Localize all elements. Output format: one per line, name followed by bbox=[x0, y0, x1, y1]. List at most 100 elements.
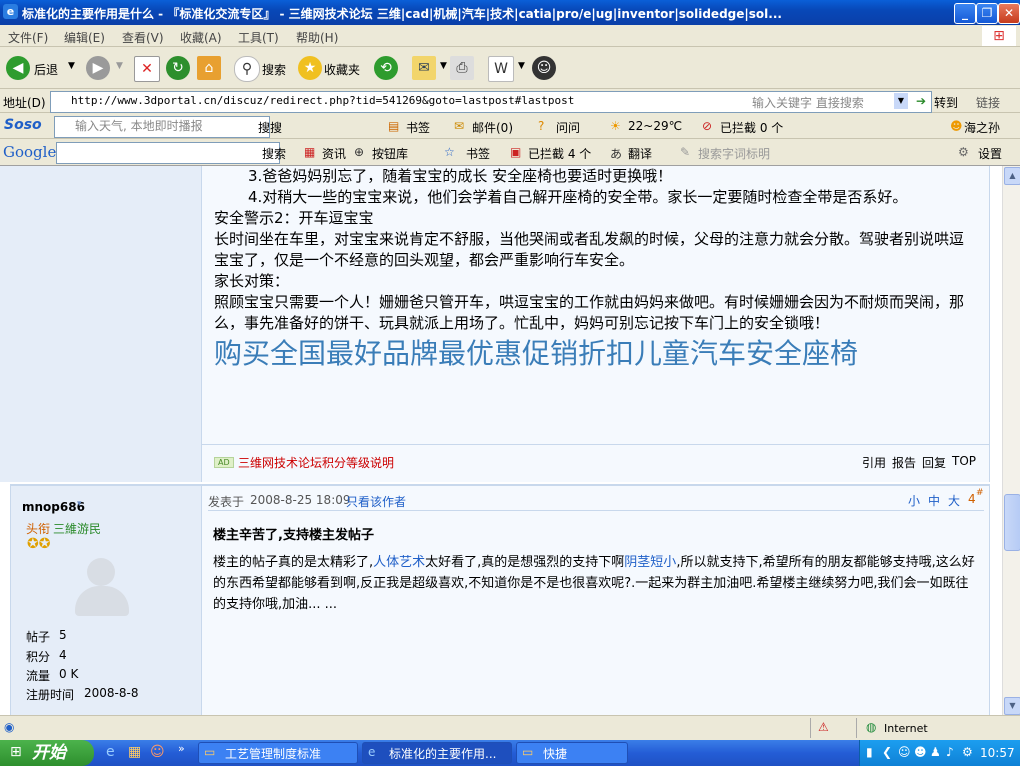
soso-bookmarks-button[interactable]: 书签 bbox=[406, 119, 430, 136]
stat-value: 4 bbox=[59, 648, 67, 662]
font-medium-button[interactable]: 中 bbox=[928, 492, 940, 509]
top-button[interactable]: TOP bbox=[952, 454, 976, 468]
mail-dropdown-icon[interactable]: ▼ bbox=[440, 61, 447, 71]
browser-icon: e bbox=[368, 745, 376, 759]
word-icon[interactable]: W bbox=[488, 56, 514, 82]
go-arrow-icon[interactable]: ➔ bbox=[916, 94, 926, 108]
tray-network-icon[interactable]: ▮ bbox=[866, 745, 873, 759]
soso-user[interactable]: 海之孙 bbox=[964, 119, 1000, 136]
author-name[interactable]: mnop686 bbox=[22, 500, 85, 514]
google-translate-button[interactable]: 翻译 bbox=[628, 145, 652, 162]
menu-file[interactable]: 文件(F) bbox=[8, 29, 48, 46]
google-logo[interactable]: Google bbox=[3, 143, 56, 161]
keyword-search-hint[interactable]: 输入关键字 直接搜索 bbox=[752, 94, 864, 111]
close-button[interactable]: ✕ bbox=[998, 3, 1020, 24]
google-search-button[interactable]: 搜索 bbox=[262, 145, 286, 162]
soso-search-input[interactable]: 输入天气, 本地即时播报 bbox=[54, 116, 270, 138]
folder-icon: ▭ bbox=[204, 745, 216, 759]
stop-icon[interactable]: ✕ bbox=[134, 56, 160, 82]
google-bookmarks-button[interactable]: 书签 bbox=[466, 145, 490, 162]
search-button[interactable]: 搜索 bbox=[262, 61, 286, 78]
task-browser[interactable]: 标准化的主要作用... bbox=[362, 742, 512, 764]
mail-icon[interactable]: ✉ bbox=[412, 56, 436, 80]
reply-text: 楼主的帖子真的是太精彩了, bbox=[213, 555, 374, 570]
refresh-icon[interactable]: ↻ bbox=[166, 56, 190, 80]
tray-qq-icon[interactable]: ☻ bbox=[914, 745, 927, 759]
google-blocked-count[interactable]: 已拦截 4 个 bbox=[528, 145, 591, 162]
menu-view[interactable]: 查看(V) bbox=[122, 29, 164, 46]
ie-icon: e bbox=[3, 4, 18, 19]
scroll-down-icon[interactable]: ▼ bbox=[1004, 697, 1020, 715]
links-button[interactable]: 链接 bbox=[976, 94, 1000, 111]
soso-blocked-count[interactable]: 已拦截 0 个 bbox=[720, 119, 783, 136]
home-icon[interactable]: ⌂ bbox=[197, 56, 221, 80]
inline-link[interactable]: 阴茎短小 bbox=[624, 555, 676, 570]
minimize-button[interactable]: _ bbox=[954, 3, 976, 24]
scroll-up-icon[interactable]: ▲ bbox=[1004, 167, 1020, 185]
tray-volume-icon[interactable]: ♪ bbox=[946, 745, 954, 759]
google-highlight-button[interactable]: 搜索字词标明 bbox=[698, 145, 770, 162]
back-button[interactable]: 后退 bbox=[34, 61, 58, 78]
post-previous: 3.爸爸妈妈别忘了，随着宝宝的成长 安全座椅也要适时更换哦！ 4.对稍大一些的宝… bbox=[202, 166, 990, 444]
tray-face-icon[interactable]: ☺ bbox=[898, 745, 911, 759]
menu-tools[interactable]: 工具(T) bbox=[238, 29, 279, 46]
back-arrow-icon[interactable]: ◀ bbox=[6, 56, 30, 80]
scroll-thumb[interactable] bbox=[1004, 494, 1020, 551]
author-dropdown-icon[interactable]: ▾ bbox=[77, 499, 82, 509]
tray-settings-icon[interactable]: ⚙ bbox=[962, 745, 973, 759]
only-author-link[interactable]: 只看该作者 bbox=[346, 493, 406, 510]
edit-dropdown-icon[interactable]: ▼ bbox=[518, 61, 525, 71]
back-dropdown-icon[interactable]: ▼ bbox=[68, 61, 75, 71]
quicklaunch-ie-icon[interactable]: e bbox=[106, 744, 115, 760]
history-icon[interactable]: ⟲ bbox=[374, 56, 398, 80]
menu-help[interactable]: 帮助(H) bbox=[296, 29, 338, 46]
posted-time: 2008-8-25 18:09 bbox=[250, 493, 351, 507]
font-small-button[interactable]: 小 bbox=[908, 492, 920, 509]
soso-weather[interactable]: 22~29℃ bbox=[628, 119, 682, 133]
bookmark-star-icon: ☆ bbox=[444, 145, 455, 159]
report-button[interactable]: 报告 bbox=[892, 454, 916, 471]
button-gallery-icon: ⊕ bbox=[354, 145, 365, 159]
favorites-star-icon[interactable]: ★ bbox=[298, 56, 322, 80]
start-windows-icon: ⊞ bbox=[10, 744, 22, 760]
soso-ask-button[interactable]: 问问 bbox=[556, 119, 580, 136]
soso-mail-button[interactable]: 邮件(0) bbox=[472, 119, 513, 136]
forward-arrow-icon[interactable]: ▶ bbox=[86, 56, 110, 80]
quicklaunch-app-icon[interactable]: ▦ bbox=[128, 744, 141, 760]
ad-link[interactable]: 三维网技术论坛积分等级说明 bbox=[238, 454, 394, 471]
google-buttons-button[interactable]: 按钮库 bbox=[372, 145, 408, 162]
tray-user-icon[interactable]: ♟ bbox=[930, 745, 941, 759]
window-title: 标准化的主要作用是什么 - 『标准化交流专区』 - 三维网技术论坛 三维|cad… bbox=[22, 7, 782, 21]
font-large-button[interactable]: 大 bbox=[948, 492, 960, 509]
privacy-icon[interactable]: ⚠ bbox=[818, 720, 829, 734]
reply-button[interactable]: 回复 bbox=[922, 454, 946, 471]
favorites-button[interactable]: 收藏夹 bbox=[324, 61, 360, 78]
go-button[interactable]: 转到 bbox=[934, 94, 958, 111]
task-folder[interactable]: 工艺管理制度标准 bbox=[198, 742, 358, 764]
messenger-icon[interactable]: ☺ bbox=[532, 56, 556, 80]
soso-search-button[interactable]: 搜搜 bbox=[258, 119, 282, 136]
soso-logo[interactable]: Soso bbox=[4, 117, 42, 133]
address-dropdown-icon[interactable]: ▼ bbox=[894, 93, 908, 109]
quicklaunch-qq-icon[interactable]: ☺ bbox=[150, 744, 165, 760]
vertical-scrollbar[interactable]: ▲ ▼ bbox=[1002, 166, 1020, 715]
clock[interactable]: 10:57 bbox=[980, 746, 1015, 760]
forward-dropdown-icon[interactable]: ▼ bbox=[116, 61, 123, 71]
promo-link[interactable]: 购买全国最好品牌最优惠促销折扣儿童汽车安全座椅 bbox=[214, 336, 974, 372]
maximize-button[interactable]: ❐ bbox=[976, 3, 998, 24]
post-line: 长时间坐在车里，对宝宝来说肯定不舒服，当他哭闹或者乱发飙的时候，父母的注意力就会… bbox=[214, 230, 965, 269]
menu-favorites[interactable]: 收藏(A) bbox=[180, 29, 222, 46]
quote-button[interactable]: 引用 bbox=[862, 454, 886, 471]
tray-back-icon[interactable]: ❮ bbox=[882, 745, 892, 759]
google-settings-button[interactable]: 设置 bbox=[978, 145, 1002, 162]
menu-edit[interactable]: 编辑(E) bbox=[64, 29, 105, 46]
print-icon[interactable]: ⎙ bbox=[450, 56, 474, 80]
google-search-input[interactable] bbox=[56, 142, 280, 164]
author-sidebar-previous bbox=[0, 166, 202, 482]
quicklaunch-more-icon[interactable]: » bbox=[178, 742, 185, 755]
title-bar[interactable]: e 标准化的主要作用是什么 - 『标准化交流专区』 - 三维网技术论坛 三维|c… bbox=[0, 0, 1020, 25]
google-news-button[interactable]: 资讯 bbox=[322, 145, 346, 162]
inline-link[interactable]: 人体艺术 bbox=[373, 555, 425, 570]
search-icon[interactable]: ⚲ bbox=[234, 56, 260, 82]
floor-sup: # bbox=[976, 488, 984, 498]
